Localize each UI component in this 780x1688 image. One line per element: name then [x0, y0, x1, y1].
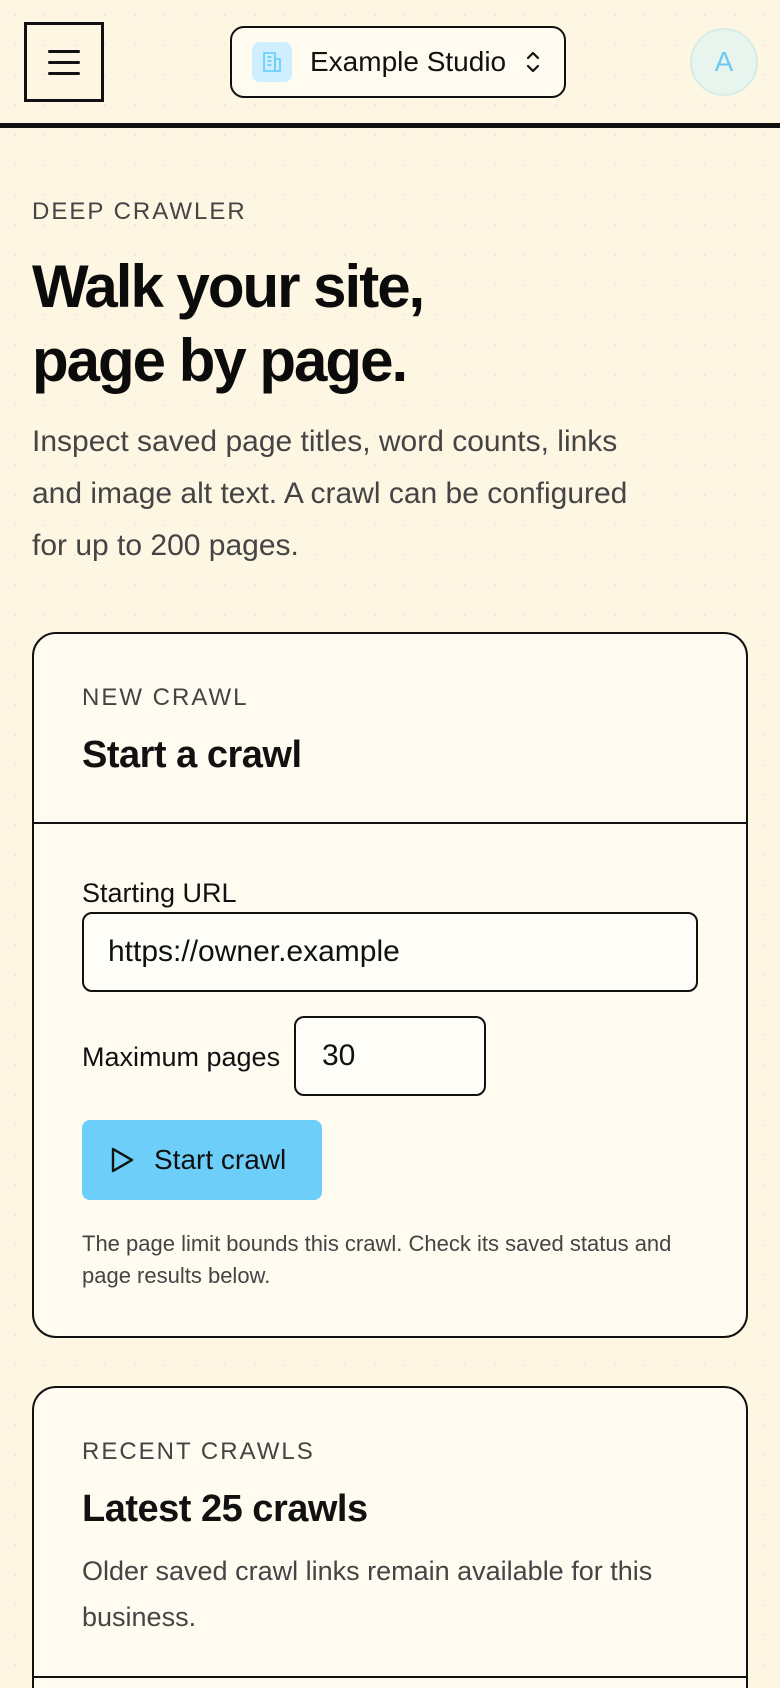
new-crawl-title: Start a crawl [82, 734, 302, 776]
new-crawl-header: NEW CRAWL Start a crawl [34, 634, 746, 824]
divider [34, 1676, 746, 1678]
page-limit-help-text: The page limit bounds this crawl. Check … [82, 1231, 672, 1288]
top-bar: Example Studio A [0, 0, 780, 128]
workspace-name: Example Studio [310, 46, 507, 77]
page-title-line-1: Walk your site, [32, 253, 425, 320]
avatar-initial: A [714, 46, 734, 77]
new-crawl-card: NEW CRAWL Start a crawl Starting URL Max… [32, 632, 748, 1338]
play-icon [108, 1145, 136, 1175]
building-icon [252, 42, 292, 82]
page-title-line-2: page by page. [32, 327, 408, 394]
menu-button[interactable] [24, 22, 104, 102]
new-crawl-eyebrow: NEW CRAWL [82, 684, 249, 711]
hamburger-menu-icon [48, 49, 80, 53]
recent-crawls-eyebrow: RECENT CRAWLS [82, 1438, 315, 1465]
recent-crawls-card: RECENT CRAWLS Latest 25 crawls Older sav… [32, 1386, 748, 1688]
workspace-switcher[interactable]: Example Studio [230, 26, 566, 98]
page-title: Walk your site, page by page. [32, 250, 732, 398]
avatar[interactable]: A [690, 28, 758, 96]
start-crawl-label: Start crawl [154, 1144, 287, 1175]
starting-url-label: Starting URL [82, 878, 237, 908]
chevron-up-down-icon [522, 47, 544, 77]
maximum-pages-label: Maximum pages [82, 1042, 281, 1072]
hero-subtitle: Inspect saved page titles, word counts, … [32, 425, 628, 562]
starting-url-input[interactable] [82, 912, 698, 992]
maximum-pages-input[interactable] [294, 1016, 486, 1096]
recent-crawls-description: Older saved crawl links remain available… [82, 1556, 653, 1632]
start-crawl-button[interactable]: Start crawl [82, 1120, 322, 1200]
recent-crawls-title: Latest 25 crawls [82, 1488, 368, 1530]
hero-eyebrow: DEEP CRAWLER [32, 198, 247, 225]
